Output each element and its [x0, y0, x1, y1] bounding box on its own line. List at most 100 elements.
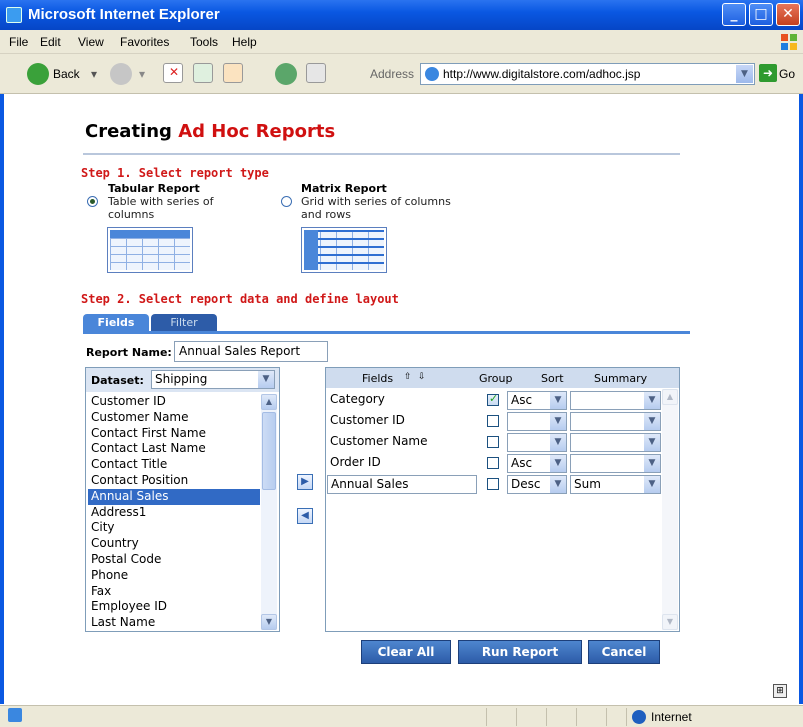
sort-select[interactable]: Asc ▼ — [507, 391, 567, 410]
sort-select[interactable]: ▼ — [507, 412, 567, 431]
dataset-field-item[interactable]: Customer Name — [88, 410, 260, 426]
layout-field-name[interactable]: Order ID — [327, 454, 477, 473]
group-checkbox[interactable] — [487, 436, 499, 448]
summary-select[interactable]: ▼ — [570, 391, 661, 410]
back-label[interactable]: Back — [53, 67, 80, 81]
sort-select[interactable]: Asc ▼ — [507, 454, 567, 473]
scroll-down-icon[interactable]: ▼ — [261, 614, 277, 630]
forward-arrow-icon[interactable] — [110, 63, 132, 85]
layout-field-name[interactable]: Customer ID — [327, 412, 477, 431]
summary-select[interactable]: ▼ — [570, 412, 661, 431]
sort-select[interactable]: Desc ▼ — [507, 475, 567, 494]
run-report-button[interactable]: Run Report — [458, 640, 582, 664]
tab-filter[interactable]: Filter — [151, 314, 217, 332]
sort-dropdown-icon[interactable]: ▼ — [550, 434, 566, 451]
layout-field-name[interactable]: Customer Name — [327, 433, 477, 452]
dataset-dropdown-icon[interactable]: ▼ — [258, 371, 274, 388]
menu-view[interactable]: View — [78, 35, 104, 49]
sort-dropdown-icon[interactable]: ▼ — [550, 413, 566, 430]
col-group: Group — [479, 372, 513, 385]
dataset-scrollbar[interactable]: ▲ ▼ — [261, 394, 277, 630]
print-icon[interactable] — [306, 63, 326, 83]
layout-field-name[interactable]: Annual Sales — [327, 475, 477, 494]
title-divider — [83, 153, 680, 155]
group-checkbox[interactable] — [487, 457, 499, 469]
clear-all-button[interactable]: Clear All — [361, 640, 451, 664]
dataset-field-item[interactable]: Customer ID — [88, 394, 260, 410]
layout-scroll-down-icon[interactable]: ▼ — [662, 614, 678, 630]
scroll-up-icon[interactable]: ▲ — [261, 394, 277, 410]
summary-dropdown-icon[interactable]: ▼ — [644, 392, 660, 409]
sort-dropdown-icon[interactable]: ▼ — [550, 476, 566, 493]
menu-edit[interactable]: Edit — [40, 35, 61, 49]
group-checkbox[interactable] — [487, 478, 499, 490]
page-globe-icon — [425, 67, 439, 81]
summary-dropdown-icon[interactable]: ▼ — [644, 413, 660, 430]
forward-dropdown-icon[interactable]: ▾ — [139, 67, 145, 81]
move-down-icon[interactable]: ⇩ — [418, 372, 426, 382]
sort-dropdown-icon[interactable]: ▼ — [550, 455, 566, 472]
summary-dropdown-icon[interactable]: ▼ — [644, 455, 660, 472]
dataset-field-item[interactable]: Fax — [88, 584, 260, 600]
dataset-field-item[interactable]: Last Name — [88, 615, 260, 630]
address-dropdown-icon[interactable]: ▼ — [736, 65, 753, 83]
dataset-field-item[interactable]: Annual Sales — [88, 488, 260, 505]
report-name-input[interactable]: Annual Sales Report — [174, 341, 328, 362]
move-up-icon[interactable]: ⇧ — [404, 372, 412, 382]
remove-field-arrow-icon[interactable]: ◀ — [297, 508, 313, 524]
layout-scroll-up-icon[interactable]: ▲ — [662, 389, 678, 405]
tabular-report-thumbnail[interactable] — [107, 227, 193, 273]
menu-help[interactable]: Help — [232, 35, 257, 49]
menu-file[interactable]: File — [9, 35, 28, 49]
tab-fields[interactable]: Fields — [83, 314, 149, 332]
dataset-field-item[interactable]: Contact Position — [88, 473, 260, 489]
summary-dropdown-icon[interactable]: ▼ — [644, 434, 660, 451]
dataset-field-item[interactable]: Employee ID — [88, 599, 260, 615]
go-arrow-icon[interactable]: ➜ — [759, 64, 777, 82]
dataset-field-item[interactable]: Contact Title — [88, 457, 260, 473]
sort-select[interactable]: ▼ — [507, 433, 567, 452]
summary-select[interactable]: Sum ▼ — [570, 475, 661, 494]
scroll-thumb[interactable] — [262, 412, 276, 490]
layout-scrollbar[interactable]: ▲ ▼ — [662, 389, 678, 630]
dataset-field-item[interactable]: Contact Last Name — [88, 441, 260, 457]
dataset-field-item[interactable]: City — [88, 520, 260, 536]
menu-favorites[interactable]: Favorites — [120, 35, 169, 49]
menu-tools[interactable]: Tools — [190, 35, 218, 49]
maximize-button[interactable]: □ — [749, 3, 773, 26]
dataset-field-item[interactable]: Postal Code — [88, 552, 260, 568]
matrix-report-radio[interactable] — [281, 196, 292, 207]
resize-icon[interactable]: ⊞ — [773, 684, 787, 698]
add-field-arrow-icon[interactable]: ▶ — [297, 474, 313, 490]
group-checkbox[interactable] — [487, 415, 499, 427]
dataset-select[interactable]: Shipping ▼ — [151, 370, 275, 389]
stop-icon[interactable]: ✕ — [163, 63, 183, 83]
layout-row: Order ID Asc ▼ ▼ — [326, 453, 662, 474]
group-checkbox[interactable] — [487, 392, 499, 406]
address-bar[interactable]: http://www.digitalstore.com/adhoc.jsp ▼ — [420, 63, 755, 85]
back-dropdown-icon[interactable]: ▾ — [91, 67, 97, 81]
dataset-field-item[interactable]: Phone — [88, 568, 260, 584]
home-icon[interactable] — [223, 63, 243, 83]
minimize-button[interactable]: _ — [722, 3, 746, 26]
close-button[interactable]: ✕ — [776, 3, 800, 26]
dataset-field-item[interactable]: Country — [88, 536, 260, 552]
summary-select[interactable]: ▼ — [570, 433, 661, 452]
matrix-report-thumbnail[interactable] — [301, 227, 387, 273]
refresh-icon[interactable] — [193, 63, 213, 83]
cancel-button[interactable]: Cancel — [588, 640, 660, 664]
col-sort: Sort — [541, 372, 564, 385]
address-url[interactable]: http://www.digitalstore.com/adhoc.jsp — [443, 67, 640, 81]
window-frame-left — [0, 94, 4, 704]
history-icon[interactable] — [275, 63, 297, 85]
summary-select[interactable]: ▼ — [570, 454, 661, 473]
dataset-field-list[interactable]: Customer ID Customer Name Contact First Na… — [88, 394, 260, 630]
back-arrow-icon[interactable] — [27, 63, 49, 85]
dataset-field-item[interactable]: Address1 — [88, 505, 260, 521]
tabular-report-radio[interactable] — [87, 196, 98, 207]
layout-field-name[interactable]: Category — [327, 391, 477, 410]
summary-dropdown-icon[interactable]: ▼ — [644, 476, 660, 493]
dataset-field-item[interactable]: Contact First Name — [88, 426, 260, 442]
sort-dropdown-icon[interactable]: ▼ — [550, 392, 566, 409]
go-button[interactable]: Go — [779, 67, 795, 81]
